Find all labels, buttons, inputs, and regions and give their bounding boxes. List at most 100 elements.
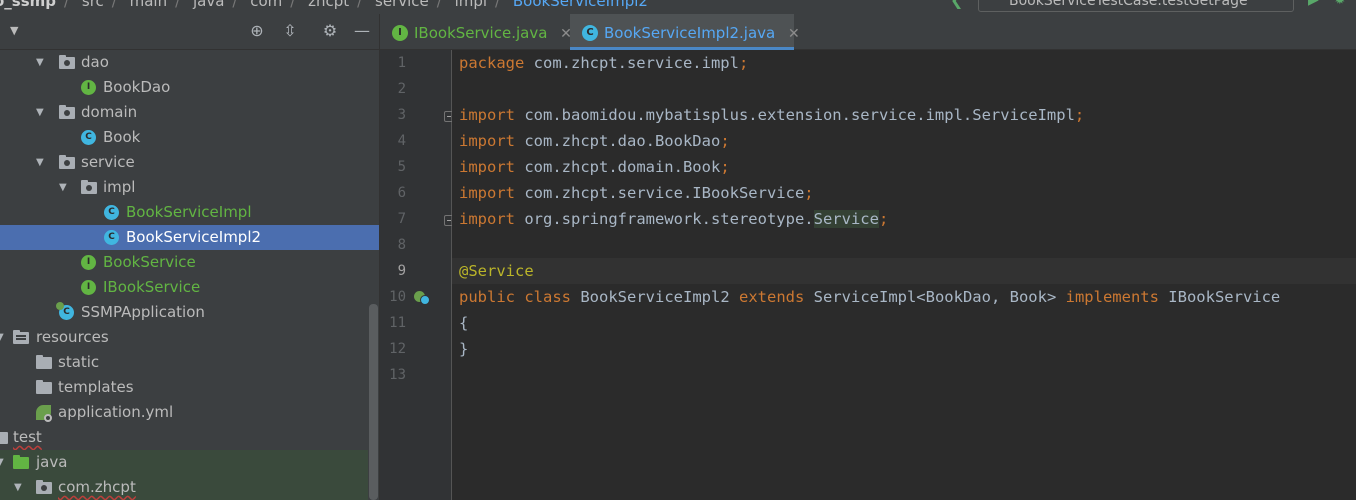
tree-item-service[interactable]: ▼ service [0, 150, 368, 175]
code-line[interactable]: import com.zhcpt.dao.BookDao; [452, 128, 1356, 154]
code-token: extends [739, 288, 805, 306]
breadcrumb-item[interactable]: impl [455, 0, 487, 10]
code-token: import [459, 210, 515, 228]
code-token: ; [1074, 106, 1085, 124]
code-editor[interactable]: package com.zhcpt.service.impl; import co… [452, 50, 1356, 500]
spring-bean-gutter-icon[interactable] [414, 290, 430, 306]
tree-item-label: dao [81, 53, 109, 71]
code-token: Service [813, 210, 879, 228]
project-panel-header: ▼ ⊕ ⇳ ⚙ — [0, 14, 379, 50]
debug-icon[interactable]: ✹ [1334, 0, 1346, 8]
editor-tab-bar: I IBookService.java ✕ C BookServiceImpl2… [380, 14, 1356, 50]
tree-item-bookdao[interactable]: I BookDao [0, 75, 368, 100]
project-panel: ▼ ⊕ ⇳ ⚙ — ▼ dao I BookDao ▼ domain C Boo… [0, 14, 380, 500]
line-number: 1 [397, 55, 406, 71]
code-token: implements [1065, 288, 1159, 306]
breadcrumb-item[interactable]: main [130, 0, 167, 10]
code-token: import [459, 132, 515, 150]
code-token: com.zhcpt.service.impl [524, 54, 739, 72]
code-token: import [459, 106, 515, 124]
tab-bookserviceimpl2[interactable]: C BookServiceImpl2.java ✕ [570, 14, 800, 50]
tree-item-impl[interactable]: ▼ impl [0, 175, 368, 200]
line-number: 9 [397, 263, 406, 279]
breadcrumb-item[interactable]: com [250, 0, 282, 10]
chevron-down-icon[interactable]: ▼ [10, 24, 18, 37]
code-line[interactable]: import com.zhcpt.domain.Book; [452, 154, 1356, 180]
tree-item-label: BookServiceImpl2 [126, 228, 262, 246]
code-line[interactable]: import org.springframework.stereotype.Se… [452, 206, 1356, 232]
tree-item-templates[interactable]: templates [0, 375, 368, 400]
package-icon [59, 55, 75, 69]
breadcrumb-current[interactable]: BookServiceImpl2 [513, 0, 648, 10]
code-token: ; [720, 132, 730, 150]
breadcrumb-item[interactable]: zhcpt [308, 0, 349, 10]
tab-label: IBookService.java [414, 24, 548, 42]
code-token: import [459, 184, 515, 202]
tree-item-test[interactable]: test [0, 425, 368, 450]
code-token: ; [878, 210, 889, 228]
tree-item-bookserviceimpl[interactable]: C BookServiceImpl [0, 200, 368, 225]
tree-item-label: java [36, 453, 68, 471]
interface-icon: I [81, 255, 96, 270]
tree-item-ibookservice[interactable]: I IBookService [0, 275, 368, 300]
code-line[interactable]: import com.zhcpt.service.IBookService; [452, 180, 1356, 206]
breadcrumb-project[interactable]: o_ssmp [0, 0, 56, 10]
class-icon: C [81, 130, 96, 145]
code-token: } [459, 340, 469, 358]
code-line[interactable] [452, 76, 1356, 102]
breadcrumb-item[interactable]: src [82, 0, 104, 10]
code-token: package [459, 54, 525, 72]
run-icon[interactable]: ▶ [1308, 0, 1319, 8]
class-icon: C [104, 230, 119, 245]
locate-icon[interactable]: ⊕ [247, 21, 267, 41]
tree-item-bookserviceimpl2[interactable]: C BookServiceImpl2 [0, 225, 379, 250]
project-tree-scrollbar[interactable] [369, 304, 378, 500]
code-token: ; [804, 184, 814, 202]
breadcrumb-item[interactable]: service [375, 0, 429, 10]
code-token: com.zhcpt.domain.Book [515, 158, 721, 176]
code-line[interactable] [452, 362, 1356, 388]
line-number: 8 [397, 237, 406, 253]
run-configuration-select[interactable]: BookServiceTestCase.testGetPage [978, 0, 1294, 12]
tree-item-static[interactable]: static [0, 350, 368, 375]
resources-folder-icon [13, 330, 29, 344]
editor-gutter[interactable]: 1 2 3 4 5 6 7 8 9 10 11 12 13 [380, 50, 454, 500]
code-token: public [459, 288, 515, 306]
tree-item-application-yml[interactable]: application.yml [0, 400, 368, 425]
code-line[interactable]: @Service [452, 258, 1356, 284]
test-source-folder-icon [13, 455, 29, 469]
gear-icon[interactable]: ⚙ [320, 21, 340, 41]
back-arrow-icon[interactable]: ❮ [950, 0, 963, 9]
tree-item-java[interactable]: ▼ java [0, 450, 368, 475]
code-token: com.zhcpt.service.IBookService [515, 184, 805, 202]
code-token: { [459, 314, 469, 332]
collapse-all-icon[interactable]: ⇳ [280, 21, 300, 41]
tab-ibookservice[interactable]: I IBookService.java ✕ [380, 14, 572, 50]
tree-item-bookservice[interactable]: I BookService [0, 250, 368, 275]
tree-item-book[interactable]: C Book [0, 125, 368, 150]
tree-item-label: SSMPApplication [81, 303, 205, 321]
tree-item-resources[interactable]: ▼ resources [0, 325, 368, 350]
close-icon[interactable]: ✕ [788, 26, 800, 42]
code-line[interactable]: } [452, 336, 1356, 362]
minimize-icon[interactable]: — [352, 21, 372, 41]
tree-item-dao[interactable]: ▼ dao [0, 50, 368, 75]
code-token: import [459, 158, 515, 176]
interface-icon: I [392, 25, 408, 41]
code-token: IBookService [1158, 288, 1281, 306]
tree-item-label: com.zhcpt [58, 478, 136, 496]
code-line[interactable]: public class BookServiceImpl2 extends Se… [452, 284, 1356, 310]
class-icon: C [104, 205, 119, 220]
breadcrumb-item[interactable]: java [193, 0, 224, 10]
run-configuration-label: BookServiceTestCase.testGetPage [1009, 0, 1248, 9]
tree-item-com-zhcpt[interactable]: ▼ com.zhcpt [0, 475, 368, 500]
code-token: ; [720, 158, 730, 176]
code-line[interactable] [452, 232, 1356, 258]
tree-item-ssmpapplication[interactable]: C SSMPApplication [0, 300, 368, 325]
package-icon [81, 180, 97, 194]
line-number: 11 [389, 315, 406, 331]
code-line[interactable]: package com.zhcpt.service.impl; [452, 50, 1356, 76]
code-line[interactable]: import com.baomidou.mybatisplus.extensio… [452, 102, 1356, 128]
code-line[interactable]: { [452, 310, 1356, 336]
tree-item-domain[interactable]: ▼ domain [0, 100, 368, 125]
